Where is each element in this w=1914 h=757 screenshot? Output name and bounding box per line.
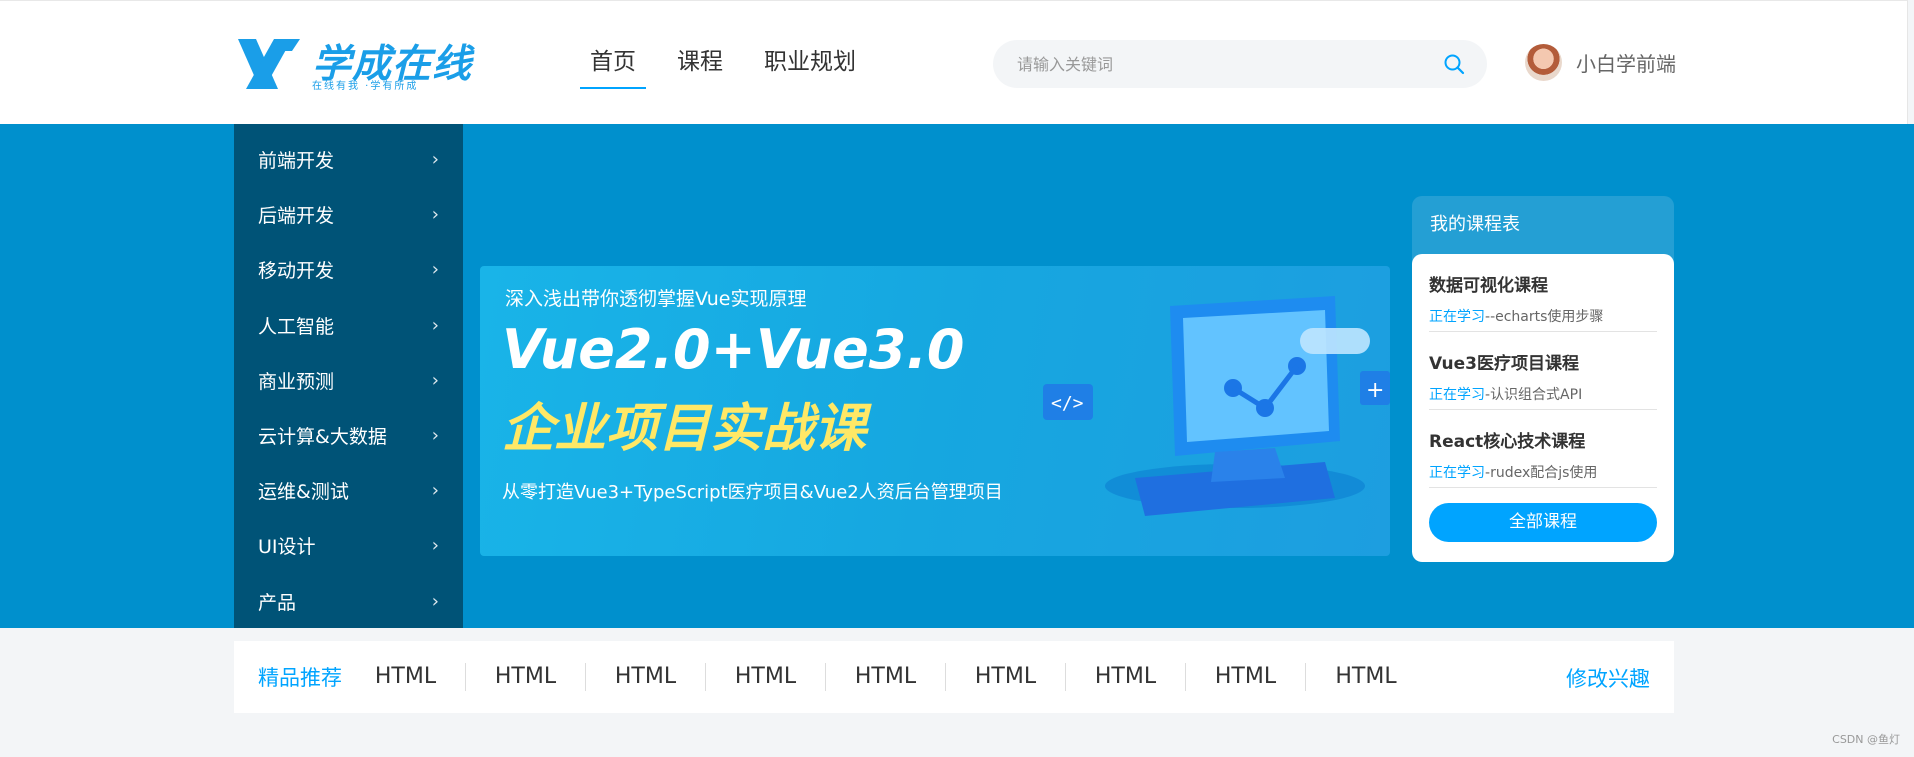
all-courses-button[interactable]: 全部课程 (1429, 503, 1657, 542)
main-nav: 首页 课程 职业规划 (580, 47, 897, 89)
progress-detail: rudex配合js使用 (1490, 465, 1598, 481)
category-sidebar: 前端开发 › 后端开发 › 移动开发 › 人工智能 › 商业预测 › 云计算&大数据 › 运… (234, 124, 463, 628)
chevron-right-icon: › (431, 535, 439, 557)
progress-detail: -echarts使用步骤 (1490, 309, 1604, 325)
course-name: 数据可视化课程 (1429, 276, 1548, 296)
chevron-right-icon: › (431, 425, 439, 447)
recommend-item[interactable]: HTML (346, 663, 466, 691)
recommend-item[interactable]: HTML (946, 663, 1066, 691)
chevron-right-icon: › (431, 259, 439, 281)
computer-illustration-icon: </> + (1043, 296, 1390, 516)
svg-text:+: + (1366, 378, 1384, 403)
sidebar-item-label: 后端开发 (258, 205, 335, 228)
sidebar-item-ui[interactable]: UI设计 › (234, 518, 463, 573)
chevron-right-icon: › (431, 314, 439, 336)
recommend-item[interactable]: HTML (1306, 663, 1426, 691)
learning-status: 正在学习 (1429, 387, 1485, 403)
course-name: Vue3医疗项目课程 (1429, 354, 1580, 374)
recommend-item[interactable]: HTML (586, 663, 706, 691)
sidebar-item-label: 产品 (258, 591, 297, 614)
sidebar-item-product[interactable]: 产品 › (234, 574, 463, 629)
search-icon[interactable] (1443, 53, 1465, 75)
logo-subtitle: 在线有我 ·学有所成 (312, 81, 419, 92)
username[interactable]: 小白学前端 (1576, 48, 1676, 77)
site-logo[interactable]: 学成在线 在线有我 ·学有所成 (234, 35, 471, 93)
recommend-item[interactable]: HTML (1186, 663, 1306, 691)
chevron-right-icon: › (431, 590, 439, 612)
learning-status: 正在学习 (1429, 465, 1485, 481)
edit-interests-link[interactable]: 修改兴趣 (1566, 663, 1650, 693)
watermark: CSDN @鱼灯 (1832, 733, 1900, 746)
course-progress: 正在学习-rudex配合js使用 (1429, 462, 1657, 482)
list-item[interactable]: React核心技术课程 正在学习-rudex配合js使用 (1429, 410, 1657, 488)
site-header: 学成在线 在线有我 ·学有所成 首页 课程 职业规划 小白学前端 (0, 0, 1908, 124)
nav-career[interactable]: 职业规划 (764, 47, 856, 89)
chevron-right-icon: › (431, 204, 439, 226)
banner-description: 从零打造Vue3+TypeScript医疗项目&Vue2人资后台管理项目 (502, 482, 1003, 503)
sidebar-item-label: 移动开发 (258, 260, 335, 283)
list-item[interactable]: Vue3医疗项目课程 正在学习-认识组合式API (1429, 332, 1657, 410)
svg-text:</>: </> (1051, 393, 1084, 414)
banner-subtitle: 企业项目实战课 (502, 399, 867, 459)
sidebar-item-frontend[interactable]: 前端开发 › (234, 132, 463, 187)
search-input[interactable] (1017, 40, 1437, 88)
featured-recommendations: 精品推荐 HTML HTML HTML HTML HTML HTML HTML … (234, 641, 1674, 713)
nav-home[interactable]: 首页 (580, 47, 646, 89)
recommend-item[interactable]: HTML (826, 663, 946, 691)
banner-title: Vue2.0+Vue3.0 (502, 318, 965, 381)
nav-courses[interactable]: 课程 (677, 47, 723, 89)
course-card-title: 我的课程表 (1430, 214, 1520, 235)
recommend-item[interactable]: HTML (706, 663, 826, 691)
recommend-title: 精品推荐 (258, 666, 342, 690)
hero-banner: 前端开发 › 后端开发 › 移动开发 › 人工智能 › 商业预测 › 云计算&大数据 › 运… (0, 124, 1914, 628)
course-name: React核心技术课程 (1429, 432, 1586, 452)
progress-detail: 认识组合式API (1490, 387, 1583, 403)
sidebar-item-backend[interactable]: 后端开发 › (234, 187, 463, 242)
recommend-list: HTML HTML HTML HTML HTML HTML HTML HTML … (346, 663, 1426, 691)
sidebar-item-ops[interactable]: 运维&测试 › (234, 463, 463, 518)
sidebar-item-business[interactable]: 商业预测 › (234, 353, 463, 408)
sidebar-item-label: 人工智能 (258, 315, 335, 338)
banner-ad[interactable]: 深入浅出带你透彻掌握Vue实现原理 Vue2.0+Vue3.0 企业项目实战课 … (480, 266, 1390, 556)
sidebar-item-label: UI设计 (258, 536, 316, 559)
user-profile[interactable]: 小白学前端 (1525, 44, 1676, 81)
course-progress: 正在学习-认识组合式API (1429, 384, 1657, 404)
chevron-right-icon: › (431, 480, 439, 502)
chevron-right-icon: › (431, 369, 439, 391)
search-box (993, 40, 1487, 88)
list-item[interactable]: 数据可视化课程 正在学习--echarts使用步骤 (1429, 254, 1657, 332)
sidebar-item-label: 前端开发 (258, 150, 335, 173)
course-progress: 正在学习--echarts使用步骤 (1429, 306, 1657, 326)
chevron-right-icon: › (431, 149, 439, 171)
logo-x-icon (238, 39, 300, 89)
avatar[interactable] (1525, 44, 1562, 81)
banner-tagline: 深入浅出带你透彻掌握Vue实现原理 (505, 288, 807, 310)
learning-status: 正在学习 (1429, 309, 1485, 325)
recommend-item[interactable]: HTML (1066, 663, 1186, 691)
sidebar-item-cloud[interactable]: 云计算&大数据 › (234, 408, 463, 463)
course-list: 数据可视化课程 正在学习--echarts使用步骤 Vue3医疗项目课程 正在学… (1412, 254, 1674, 562)
my-course-schedule: 我的课程表 数据可视化课程 正在学习--echarts使用步骤 Vue3医疗项目… (1412, 196, 1674, 562)
recommend-item[interactable]: HTML (466, 663, 586, 691)
sidebar-item-label: 云计算&大数据 (258, 426, 387, 449)
sidebar-item-label: 运维&测试 (258, 481, 349, 504)
sidebar-item-label: 商业预测 (258, 370, 335, 393)
sidebar-item-ai[interactable]: 人工智能 › (234, 298, 463, 353)
sidebar-item-mobile[interactable]: 移动开发 › (234, 242, 463, 297)
